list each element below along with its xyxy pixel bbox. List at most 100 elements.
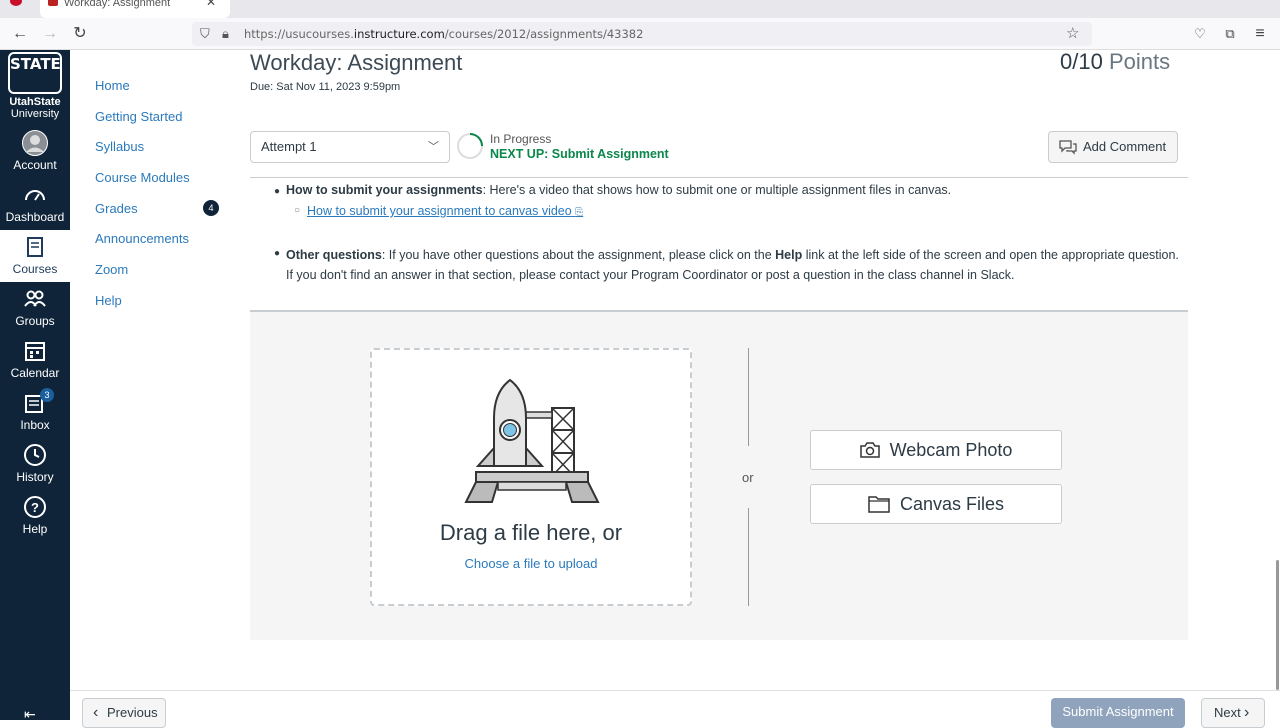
external-link-icon: ⎘ [575,207,584,218]
global-nav-label: Courses [12,262,58,276]
help-question-icon: ? [24,496,46,518]
points-score: 0/10 [1060,49,1103,74]
add-comment-button[interactable]: Add Comment [1048,131,1178,163]
other-text1: : If you have other questions about the … [381,248,776,262]
global-nav-label: Account [13,158,57,172]
logo-state-text: STATE [8,52,62,94]
course-nav-announcements[interactable]: Announcements [95,231,190,262]
course-nav-syllabus[interactable]: Syllabus [95,139,190,170]
bullet-icon: ● [274,186,281,197]
global-nav-calendar[interactable]: Calendar [0,334,70,386]
page-scrollbar[interactable] [1276,560,1279,690]
global-nav-courses[interactable]: Courses [0,230,70,282]
global-nav-label: Groups [15,314,55,328]
other-questions-text: Other questions: If you have other quest… [286,245,1186,285]
comment-icon [1059,140,1077,155]
global-navigation: STATE UtahState University Account Dashb… [0,50,70,720]
or-text: or [742,470,754,485]
footer-divider [70,690,1280,691]
svg-text:?: ? [31,500,39,515]
browser-icon [10,0,22,6]
submit-assignment-button[interactable]: Submit Assignment [1051,698,1185,728]
how-text: : Here's a video that shows how to submi… [482,183,952,197]
tab-title: Workday: Assignment [64,0,171,9]
points-display: 0/10 Points [1060,49,1170,75]
other-bold: Other questions [286,248,382,262]
inbox-badge: 3 [40,388,54,402]
next-label: Next [1214,705,1241,720]
global-nav-dashboard[interactable]: Dashboard [0,178,70,230]
status-text: In Progress [490,132,552,146]
course-nav-getting-started[interactable]: Getting Started [95,109,190,140]
other-help: Help [775,248,803,262]
next-button[interactable]: Next › [1201,698,1265,728]
previous-button[interactable]: ‹ Previous [82,698,166,728]
address-bar[interactable]: ⛉ 🔒︎ https://usucourses.instructure.com/… [192,22,1092,46]
how-to-video-link[interactable]: How to submit your assignment to canvas … [307,204,583,218]
file-drop-zone[interactable]: Drag a file here, or Choose a file to up… [370,348,692,606]
separator-line [748,508,749,606]
webcam-photo-label: Webcam Photo [889,440,1013,460]
menu-icon[interactable]: ≡ [1250,24,1270,44]
reload-icon[interactable]: ↻ [70,24,90,44]
divider [250,177,1188,178]
global-nav-label: Calendar [10,366,60,380]
chevron-left-icon: ‹ [93,704,99,721]
logo-line1: UtahState [9,96,61,108]
extensions-icon[interactable]: ⧉ [1220,24,1240,44]
browser-tab-bar: Workday: Assignment ✕ [0,0,1280,18]
account-avatar-icon [22,130,48,156]
global-nav-history[interactable]: History [0,438,70,490]
course-nav-help[interactable]: Help [95,293,190,324]
history-clock-icon [24,444,46,466]
course-nav-zoom[interactable]: Zoom [95,262,190,293]
global-nav-groups[interactable]: Groups [0,282,70,334]
separator-line [748,348,749,446]
course-navigation: Home Getting Started Syllabus Course Mod… [95,78,219,324]
attempt-select[interactable]: Attempt 1 ﹀ [250,131,450,163]
groups-icon [24,290,46,307]
camera-icon [859,442,880,458]
how-to-submit-text: How to submit your assignments: Here's a… [286,183,1196,197]
back-arrow-icon[interactable]: ← [10,24,30,44]
browser-tab[interactable]: Workday: Assignment ✕ [40,0,230,18]
bullet-icon: ● [274,248,281,259]
global-nav-label: Inbox [20,418,50,432]
calendar-icon [25,342,45,361]
sub-bullet-icon: ○ [294,205,301,216]
usu-logo[interactable]: STATE UtahState University [0,50,70,122]
previous-label: Previous [107,705,158,720]
shield-icon[interactable]: ⛉ [200,26,210,42]
bookmark-star-icon[interactable]: ☆ [1066,24,1079,42]
attempt-value: Attempt 1 [261,139,317,154]
due-date: Due: Sat Nov 11, 2023 9:59pm [250,81,401,93]
course-nav-home[interactable]: Home [95,78,190,109]
file-upload-area: Drag a file here, or Choose a file to up… [250,310,1188,640]
course-nav-course-modules[interactable]: Course Modules [95,170,190,201]
logo-line2: University [10,108,60,120]
next-up-text: NEXT UP: Submit Assignment [490,147,669,161]
rocket-launch-icon [464,378,600,503]
how-bold: How to submit your assignments [286,183,483,197]
global-nav-inbox[interactable]: 3 Inbox [0,386,70,438]
collapse-nav-arrow-icon[interactable]: ⇤ [24,706,36,723]
how-to-video-link-text: How to submit your assignment to canvas … [307,204,572,218]
global-nav-label: Dashboard [5,210,65,224]
canvas-files-button[interactable]: Canvas Files [810,484,1062,524]
choose-file-link[interactable]: Choose a file to upload [372,556,690,571]
courses-book-icon [27,237,43,257]
pocket-icon[interactable]: ♡ [1190,24,1210,44]
grades-count-badge: 4 [203,200,219,216]
dashboard-icon [25,190,45,201]
lock-icon[interactable]: 🔒︎ [222,26,229,42]
url-text: https://usucourses.instructure.com/cours… [244,27,644,41]
global-nav-account[interactable]: Account [0,126,70,178]
webcam-photo-button[interactable]: Webcam Photo [810,430,1062,470]
course-nav-grades[interactable]: Grades [95,201,190,232]
assignment-title: Workday: Assignment [250,50,463,75]
global-nav-label: Help [22,522,48,536]
forward-arrow-icon[interactable]: → [40,24,60,44]
close-tab-icon[interactable]: ✕ [206,0,216,8]
global-nav-help[interactable]: ? Help [0,490,70,542]
browser-toolbar: ← → ↻ ⛉ 🔒︎ https://usucourses.instructur… [0,18,1280,50]
